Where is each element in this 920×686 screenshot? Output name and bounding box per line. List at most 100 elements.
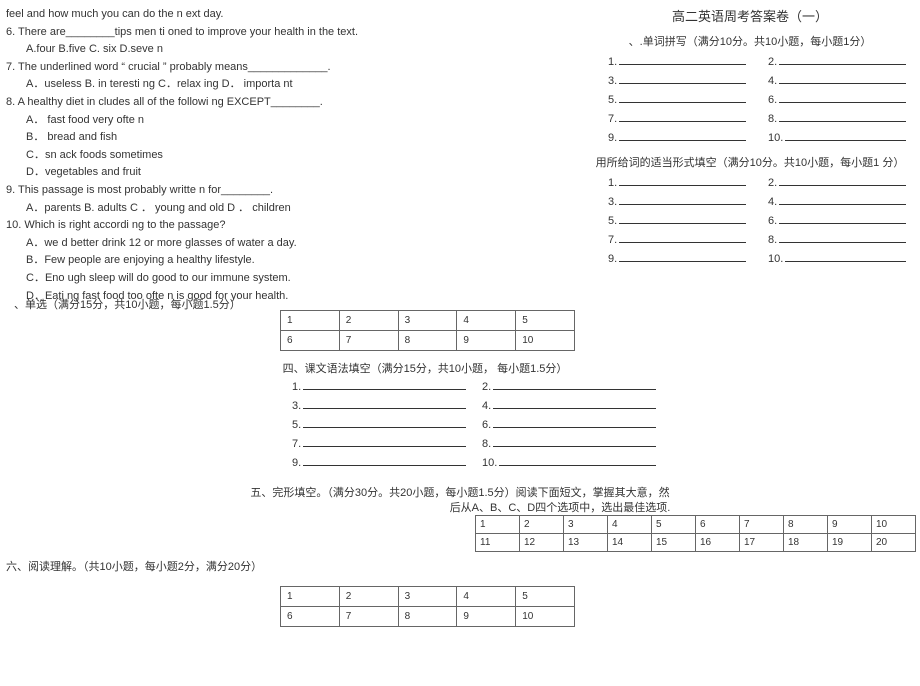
fill-line[interactable]: 2. bbox=[750, 174, 910, 193]
fill-line[interactable]: 5. bbox=[280, 416, 470, 435]
fill-line[interactable]: 4. bbox=[470, 397, 660, 416]
fill-line[interactable]: 9. bbox=[590, 250, 750, 269]
fill-underline[interactable] bbox=[619, 212, 746, 224]
fill-line[interactable]: 9. bbox=[280, 454, 470, 473]
fill-underline[interactable] bbox=[493, 435, 656, 447]
answer-cell[interactable]: 4 bbox=[608, 516, 652, 534]
fill-underline[interactable] bbox=[619, 110, 746, 122]
fill-line[interactable]: 8. bbox=[470, 435, 660, 454]
answer-cell[interactable]: 10 bbox=[516, 607, 575, 627]
fill-line[interactable]: 6. bbox=[750, 91, 910, 110]
fill-underline[interactable] bbox=[779, 174, 906, 186]
fill-underline[interactable] bbox=[619, 91, 746, 103]
answer-cell[interactable]: 19 bbox=[828, 534, 872, 552]
fill-underline[interactable] bbox=[619, 231, 746, 243]
answer-cell[interactable]: 6 bbox=[281, 607, 340, 627]
answer-cell[interactable]: 2 bbox=[339, 311, 398, 331]
answer-cell[interactable]: 18 bbox=[784, 534, 828, 552]
answer-cell[interactable]: 9 bbox=[828, 516, 872, 534]
fill-underline[interactable] bbox=[785, 250, 906, 262]
answer-cell[interactable]: 8 bbox=[398, 607, 457, 627]
fill-underline[interactable] bbox=[303, 378, 466, 390]
answer-cell[interactable]: 5 bbox=[652, 516, 696, 534]
fill-line[interactable]: 3. bbox=[280, 397, 470, 416]
fill-underline[interactable] bbox=[493, 378, 656, 390]
answer-cell[interactable]: 13 bbox=[564, 534, 608, 552]
fill-line[interactable]: 10. bbox=[750, 129, 910, 148]
answer-cell[interactable]: 7 bbox=[740, 516, 784, 534]
answer-cell[interactable]: 5 bbox=[516, 311, 575, 331]
fill-underline[interactable] bbox=[785, 129, 906, 141]
fill-underline[interactable] bbox=[779, 193, 906, 205]
fill-underline[interactable] bbox=[493, 397, 656, 409]
answer-cell[interactable]: 9 bbox=[457, 607, 516, 627]
fill-underline[interactable] bbox=[779, 53, 906, 65]
fill-underline[interactable] bbox=[619, 129, 746, 141]
fill-line[interactable]: 7. bbox=[590, 231, 750, 250]
fill-underline[interactable] bbox=[619, 174, 746, 186]
fill-line[interactable]: 7. bbox=[590, 110, 750, 129]
fill-line[interactable]: 1. bbox=[590, 174, 750, 193]
fill-line[interactable]: 4. bbox=[750, 72, 910, 91]
answer-cell[interactable]: 7 bbox=[339, 607, 398, 627]
fill-line[interactable]: 1. bbox=[590, 53, 750, 72]
answer-cell[interactable]: 6 bbox=[281, 331, 340, 351]
fill-line[interactable]: 9. bbox=[590, 129, 750, 148]
fill-line[interactable]: 8. bbox=[750, 110, 910, 129]
answer-cell[interactable]: 3 bbox=[398, 311, 457, 331]
fill-line[interactable]: 5. bbox=[590, 212, 750, 231]
answer-cell[interactable]: 2 bbox=[339, 587, 398, 607]
fill-line[interactable]: 2. bbox=[470, 378, 660, 397]
answer-cell[interactable]: 10 bbox=[516, 331, 575, 351]
fill-line[interactable]: 10. bbox=[750, 250, 910, 269]
answer-cell[interactable]: 14 bbox=[608, 534, 652, 552]
answer-cell[interactable]: 1 bbox=[281, 311, 340, 331]
fill-underline[interactable] bbox=[779, 212, 906, 224]
answer-cell[interactable]: 15 bbox=[652, 534, 696, 552]
fill-underline[interactable] bbox=[619, 193, 746, 205]
answer-cell[interactable]: 4 bbox=[457, 587, 516, 607]
fill-line[interactable]: 7. bbox=[280, 435, 470, 454]
fill-line[interactable]: 8. bbox=[750, 231, 910, 250]
fill-underline[interactable] bbox=[779, 72, 906, 84]
fill-underline[interactable] bbox=[779, 231, 906, 243]
fill-line[interactable]: 6. bbox=[470, 416, 660, 435]
fill-line[interactable]: 3. bbox=[590, 193, 750, 212]
answer-cell[interactable]: 17 bbox=[740, 534, 784, 552]
fill-underline[interactable] bbox=[619, 72, 746, 84]
fill-underline[interactable] bbox=[779, 110, 906, 122]
fill-line[interactable]: 2. bbox=[750, 53, 910, 72]
answer-cell[interactable]: 6 bbox=[696, 516, 740, 534]
answer-cell[interactable]: 3 bbox=[398, 587, 457, 607]
answer-cell[interactable]: 11 bbox=[476, 534, 520, 552]
answer-cell[interactable]: 4 bbox=[457, 311, 516, 331]
fill-line[interactable]: 3. bbox=[590, 72, 750, 91]
answer-cell[interactable]: 1 bbox=[281, 587, 340, 607]
fill-underline[interactable] bbox=[303, 454, 466, 466]
answer-cell[interactable]: 8 bbox=[398, 331, 457, 351]
fill-underline[interactable] bbox=[619, 250, 746, 262]
answer-cell[interactable]: 9 bbox=[457, 331, 516, 351]
answer-cell[interactable]: 5 bbox=[516, 587, 575, 607]
answer-cell[interactable]: 7 bbox=[339, 331, 398, 351]
fill-underline[interactable] bbox=[779, 91, 906, 103]
fill-underline[interactable] bbox=[499, 454, 656, 466]
answer-cell[interactable]: 8 bbox=[784, 516, 828, 534]
fill-line[interactable]: 10. bbox=[470, 454, 660, 473]
answer-cell[interactable]: 10 bbox=[872, 516, 916, 534]
fill-line[interactable]: 5. bbox=[590, 91, 750, 110]
answer-cell[interactable]: 16 bbox=[696, 534, 740, 552]
answer-cell[interactable]: 20 bbox=[872, 534, 916, 552]
fill-underline[interactable] bbox=[493, 416, 656, 428]
answer-cell[interactable]: 3 bbox=[564, 516, 608, 534]
fill-underline[interactable] bbox=[303, 416, 466, 428]
fill-underline[interactable] bbox=[303, 397, 466, 409]
fill-underline[interactable] bbox=[303, 435, 466, 447]
fill-line[interactable]: 4. bbox=[750, 193, 910, 212]
fill-line[interactable]: 6. bbox=[750, 212, 910, 231]
fill-line[interactable]: 1. bbox=[280, 378, 470, 397]
answer-cell[interactable]: 12 bbox=[520, 534, 564, 552]
fill-underline[interactable] bbox=[619, 53, 746, 65]
answer-cell[interactable]: 2 bbox=[520, 516, 564, 534]
answer-cell[interactable]: 1 bbox=[476, 516, 520, 534]
